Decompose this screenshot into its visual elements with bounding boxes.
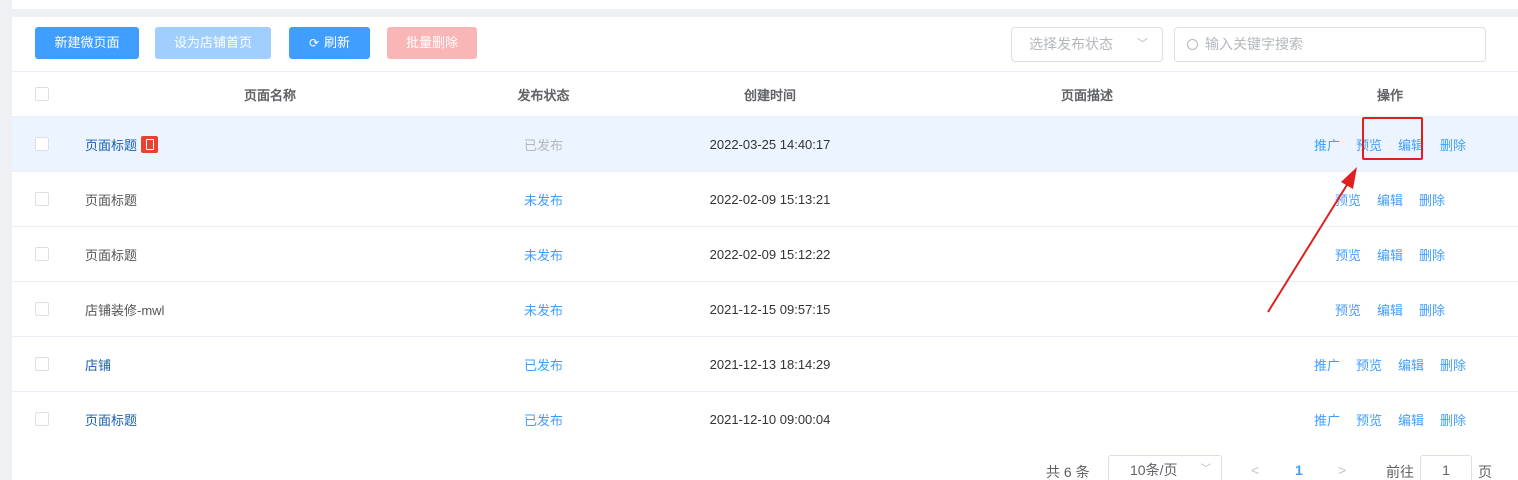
search-icon — [1187, 39, 1198, 50]
delete-link[interactable]: 删除 — [1440, 355, 1466, 374]
page-size-value: 10条/页 — [1130, 462, 1178, 478]
page-name: 店铺装修-mwl — [85, 302, 165, 318]
page-name-link[interactable]: 页面标题 — [85, 135, 137, 154]
promote-link[interactable]: 推广 — [1314, 410, 1340, 429]
created-time: 2022-03-25 14:40:17 — [709, 136, 831, 152]
created-time: 2022-02-09 15:13:21 — [709, 191, 831, 207]
preview-link[interactable]: 预览 — [1335, 190, 1361, 209]
status-select[interactable]: 选择发布状态 ﹀ — [1011, 27, 1163, 62]
header-actions: 操作 — [1376, 87, 1403, 103]
edit-link[interactable]: 编辑 — [1377, 190, 1403, 209]
header-created: 创建时间 — [743, 87, 796, 103]
toolbar: 新建微页面 设为店铺首页 ⟳ 刷新 批量删除 选择发布状态 ﹀ 输入关键字搜索 — [12, 17, 1518, 71]
page-description — [912, 117, 1262, 171]
table-row: 页面标题 已发布 2021-12-10 09:00:04 推广 预览 编辑 删除 — [12, 391, 1518, 446]
page-unit-label: 页 — [1478, 464, 1492, 480]
row-checkbox[interactable] — [35, 337, 51, 391]
total-count: 共 6 条 — [1046, 464, 1090, 480]
edit-link[interactable]: 编辑 — [1398, 355, 1424, 374]
next-page-button[interactable]: > — [1338, 462, 1346, 478]
refresh-icon: ⟳ — [308, 36, 320, 50]
page-name: 页面标题 — [85, 192, 138, 208]
chevron-down-icon: ﹀ — [1137, 38, 1148, 50]
chevron-down-icon: ﹀ — [1201, 464, 1211, 475]
page-description — [912, 392, 1262, 446]
delete-link[interactable]: 删除 — [1419, 245, 1445, 264]
page-description — [912, 337, 1262, 391]
preview-link[interactable]: 预览 — [1356, 410, 1382, 429]
row-actions: 预览 编辑 删除 — [1272, 172, 1508, 226]
edit-link[interactable]: 编辑 — [1377, 245, 1403, 264]
page-name-link[interactable]: 店铺 — [85, 337, 455, 391]
status-select-placeholder: 选择发布状态 — [1029, 36, 1113, 52]
search-input[interactable]: 输入关键字搜索 — [1174, 27, 1486, 62]
delete-link[interactable]: 删除 — [1419, 300, 1445, 319]
select-all-checkbox[interactable] — [35, 72, 51, 116]
edit-link[interactable]: 编辑 — [1377, 300, 1403, 319]
annotation-highlight-box — [1362, 117, 1423, 160]
row-checkbox[interactable] — [35, 282, 51, 336]
table-row: 页面标题 未发布 2022-02-09 15:13:21 预览 编辑 删除 — [12, 171, 1518, 226]
edit-link[interactable]: 编辑 — [1398, 410, 1424, 429]
table-row: 店铺 已发布 2021-12-13 18:14:29 推广 预览 编辑 删除 — [12, 336, 1518, 391]
status-unpublished: 未发布 — [523, 192, 563, 208]
page-name: 页面标题 — [85, 247, 138, 263]
table-row: 店铺装修-mwl 未发布 2021-12-15 09:57:15 预览 编辑 删… — [12, 281, 1518, 336]
row-actions: 预览 编辑 删除 — [1272, 282, 1508, 336]
created-time: 2021-12-13 18:14:29 — [709, 356, 831, 372]
page-description — [912, 227, 1262, 281]
refresh-button[interactable]: ⟳ 刷新 — [289, 27, 370, 59]
mobile-page-icon — [141, 135, 159, 153]
page-name-link[interactable]: 页面标题 — [85, 392, 455, 446]
page-size-select[interactable]: 10条/页 ﹀ — [1108, 455, 1222, 480]
page-list-panel: 新建微页面 设为店铺首页 ⟳ 刷新 批量删除 选择发布状态 ﹀ 输入关键字搜索 页… — [12, 17, 1518, 480]
row-actions: 推广 预览 编辑 删除 — [1272, 337, 1508, 391]
search-placeholder: 输入关键字搜索 — [1205, 36, 1303, 52]
header-name: 页面名称 — [243, 87, 296, 103]
delete-link[interactable]: 删除 — [1440, 410, 1466, 429]
delete-link[interactable]: 删除 — [1440, 135, 1466, 154]
status-unpublished: 未发布 — [523, 247, 563, 263]
preview-link[interactable]: 预览 — [1356, 355, 1382, 374]
page-description — [912, 282, 1262, 336]
status-published: 已发布 — [523, 357, 563, 373]
page-description — [912, 172, 1262, 226]
created-time: 2022-02-09 15:12:22 — [709, 246, 831, 262]
promote-link[interactable]: 推广 — [1314, 355, 1340, 374]
batch-delete-button[interactable]: 批量删除 — [387, 27, 477, 59]
pagination: 共 6 条 10条/页 ﹀ < 1 > 前往 1 页 — [0, 447, 1518, 480]
refresh-label: 刷新 — [324, 35, 351, 50]
goto-label: 前往 — [1386, 464, 1414, 480]
row-checkbox[interactable] — [35, 172, 51, 226]
new-page-button[interactable]: 新建微页面 — [35, 27, 139, 59]
goto-page-input[interactable]: 1 — [1420, 455, 1472, 480]
header-status: 发布状态 — [517, 87, 570, 103]
table-header: 页面名称 发布状态 创建时间 页面描述 操作 — [12, 71, 1518, 116]
delete-link[interactable]: 删除 — [1419, 190, 1445, 209]
row-actions: 推广 预览 编辑 删除 — [1272, 392, 1508, 446]
row-checkbox[interactable] — [35, 117, 51, 171]
table-row: 页面标题 未发布 2022-02-09 15:12:22 预览 编辑 删除 — [12, 226, 1518, 281]
row-checkbox[interactable] — [35, 392, 51, 446]
page-table: 页面名称 发布状态 创建时间 页面描述 操作 页面标题 已发布 2022-03-… — [12, 71, 1518, 446]
status-published: 已发布 — [523, 137, 563, 153]
status-published: 已发布 — [523, 412, 563, 428]
preview-link[interactable]: 预览 — [1335, 245, 1361, 264]
top-panel-edge — [12, 0, 1518, 9]
prev-page-button[interactable]: < — [1251, 462, 1259, 478]
created-time: 2021-12-15 09:57:15 — [709, 301, 831, 317]
row-actions: 预览 编辑 删除 — [1272, 227, 1508, 281]
status-unpublished: 未发布 — [523, 302, 563, 318]
row-checkbox[interactable] — [35, 227, 51, 281]
page-number-current[interactable]: 1 — [1295, 462, 1303, 478]
set-home-button[interactable]: 设为店铺首页 — [155, 27, 271, 59]
header-description: 页面描述 — [1060, 87, 1113, 103]
promote-link[interactable]: 推广 — [1314, 135, 1340, 154]
preview-link[interactable]: 预览 — [1335, 300, 1361, 319]
created-time: 2021-12-10 09:00:04 — [709, 411, 831, 427]
table-row: 页面标题 已发布 2022-03-25 14:40:17 推广 预览 编辑 删除 — [12, 116, 1518, 171]
